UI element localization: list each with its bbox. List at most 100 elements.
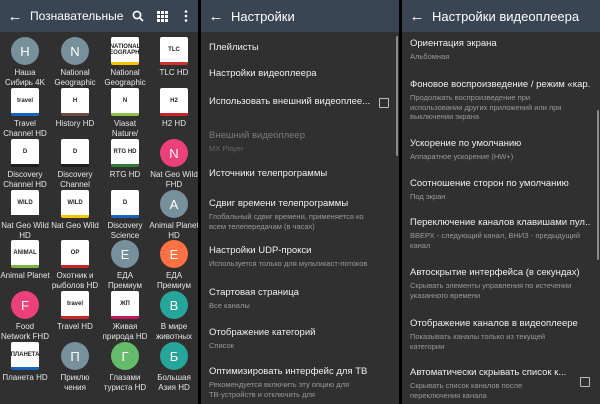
settings-item-title: Отображение каналов в видеоплеере — [410, 318, 578, 329]
settings-item[interactable]: Настройки UDP-прокси Используется только … — [209, 245, 393, 269]
channel-tile[interactable]: WILD Nat Geo Wild — [50, 190, 100, 231]
channel-logo: D — [11, 139, 39, 167]
settings-item[interactable]: Ориентация экрана Альбомная — [410, 38, 594, 62]
channel-tile[interactable]: П Приклю чения — [50, 342, 100, 393]
settings-item[interactable]: Источники телепрограммы — [209, 168, 393, 180]
channel-name: Большая — [157, 373, 191, 382]
channel-name: ЕДА — [165, 271, 183, 280]
channel-logo: Е — [111, 240, 139, 268]
channel-name: рыболов HD — [51, 281, 99, 290]
channel-name: Nature/ — [111, 129, 139, 138]
settings-item[interactable]: Сдвиг времени телепрограммы Глобальный сд… — [209, 198, 393, 231]
channel-tile[interactable]: travel Travel Channel HD — [0, 88, 50, 139]
search-icon[interactable] — [126, 10, 150, 22]
settings-item[interactable]: Автоматически скрывать список к... Скрыва… — [410, 367, 594, 400]
settings-item-title: Оптимизировать интерфейс для ТВ — [209, 366, 368, 377]
settings-item-summary: ВВЕРХ - следующий канал, ВНИЗ - предыдущ… — [410, 231, 581, 240]
channel-logo: travel — [61, 291, 89, 319]
channel-tile[interactable]: A Animal Planet HD — [149, 190, 198, 241]
settings-item-summary: указанного времени — [410, 290, 481, 300]
channel-name: Глазами — [109, 373, 141, 382]
channel-name: Channel HD — [3, 180, 47, 189]
channel-tile[interactable]: H2 H2 HD — [149, 88, 198, 129]
channel-tile[interactable]: ОР Охотник и рыболов HD — [50, 240, 100, 291]
channel-tile[interactable]: В В мире животных — [149, 291, 198, 342]
settings-item-summary: Скрывать элементы управления по истечени… — [410, 281, 572, 290]
channel-name: RTG HD — [109, 170, 141, 179]
settings-item[interactable]: Отображение категорий Список — [209, 327, 393, 351]
channel-logo: TLC — [160, 37, 188, 65]
channel-name: чения — [64, 383, 86, 392]
settings-item[interactable]: Стартовая страница Все каналы — [209, 287, 393, 311]
settings-item-title: Источники телепрограммы — [209, 168, 328, 179]
settings-item[interactable]: Ускорение по умолчанию Аппаратное ускорен… — [410, 138, 594, 162]
channel-logo: A — [160, 190, 188, 218]
channel-name: природа HD — [102, 332, 148, 341]
channel-logo: ЖП — [111, 291, 139, 319]
settings-panel: ← Настройки Плейлисты Настройки видеоплее… — [201, 0, 399, 404]
more-vert-icon[interactable] — [174, 10, 198, 22]
settings-item[interactable]: Фоновое воспроизведение / режим «кар... П… — [410, 79, 594, 122]
channel-logo: N — [111, 88, 139, 116]
settings-item[interactable]: Автоскрытие интерфейса (в секундах) Скрыв… — [410, 267, 594, 300]
channel-tile[interactable]: D Discovery Science — [100, 190, 150, 241]
settings-item[interactable]: Соотношение сторон по умолчанию Под экран — [410, 178, 594, 202]
channel-tile[interactable]: N National Geographic — [50, 37, 100, 88]
back-arrow-icon[interactable]: ← — [0, 8, 30, 25]
channel-tile[interactable]: Е ЕДА Премиум — [149, 240, 198, 291]
channel-name: Animal Planet — [0, 271, 50, 280]
channel-tile[interactable]: N Nat Geo Wild FHD — [149, 139, 198, 190]
settings-item[interactable]: Настройки видеоплеера — [209, 68, 393, 80]
channel-tile[interactable]: RTG HD RTG HD — [100, 139, 150, 180]
channel-name: Nat Geo Wild — [150, 170, 198, 179]
channel-name: Планета HD — [2, 373, 48, 382]
channel-tile[interactable]: WILD Nat Geo Wild HD — [0, 190, 50, 241]
settings-item-title: Настройки UDP-прокси — [209, 245, 312, 256]
settings-item-summary: Продолжать воспроизведение при — [410, 93, 531, 102]
channel-tile[interactable]: Г Глазами туриста HD — [100, 342, 150, 393]
channel-tile[interactable]: ANIMAL Animal Planet — [0, 240, 50, 281]
channel-logo: H2 — [160, 88, 188, 116]
settings-item: Внешний видеоплеер MX Player — [209, 130, 393, 154]
channel-tile[interactable]: D Discovery Channel — [50, 139, 100, 190]
channel-tile[interactable]: NATIONAL GEOGRAPHIC NationalGeographic — [100, 37, 150, 88]
channel-tile[interactable]: Б Большая Азия HD — [149, 342, 198, 393]
channel-tile[interactable]: N Viasat Nature/ — [100, 88, 150, 139]
settings-item[interactable]: Переключение каналов клавишами пул... ВВЕ… — [410, 217, 594, 250]
settings-item-summary: ТВ-устройств и отключить для — [209, 389, 315, 399]
channel-logo: travel — [11, 88, 39, 116]
back-arrow-icon[interactable]: ← — [201, 8, 231, 25]
settings-item[interactable]: Оптимизировать интерфейс для ТВ Рекоменду… — [209, 366, 393, 399]
channel-logo: WILD — [61, 190, 89, 218]
category-title: Познавательные — [30, 9, 124, 23]
video-settings-scrollbar[interactable] — [597, 110, 599, 260]
channel-name: Наша — [14, 68, 36, 77]
settings-item-title: Внешний видеоплеер — [209, 130, 305, 141]
channel-logo: N — [160, 139, 188, 167]
settings-item-summary: Аппаратное ускорение (HW+) — [410, 152, 514, 161]
settings-item[interactable]: Отображение каналов в видеоплеере Показыв… — [410, 318, 594, 351]
settings-item[interactable]: Использовать внешний видеоплее... — [209, 96, 393, 108]
channel-tile[interactable]: travel Travel HD — [50, 291, 100, 332]
channel-name: History HD — [55, 119, 95, 128]
settings-item-summary: Список — [209, 341, 234, 350]
channel-logo: ПЛАНЕТА — [11, 342, 39, 370]
channel-tile[interactable]: H History HD — [50, 88, 100, 129]
settings-item-title: Автоскрытие интерфейса (в секундах) — [410, 267, 580, 278]
back-arrow-icon[interactable]: ← — [402, 8, 432, 25]
settings-checkbox[interactable] — [379, 98, 389, 108]
settings-item[interactable]: Плейлисты — [209, 42, 393, 54]
channel-tile[interactable]: F Food Network FHD — [0, 291, 50, 342]
channel-tile[interactable]: Е ЕДА Премиум — [100, 240, 150, 291]
channel-tile[interactable]: ЖП Живая природа HD — [100, 291, 150, 342]
channel-tile[interactable]: Н Наша Сибирь 4K — [0, 37, 50, 88]
settings-item-title: Фоновое воспроизведение / режим «кар... — [410, 79, 590, 90]
channel-tile[interactable]: ПЛАНЕТА Планета HD — [0, 342, 50, 383]
channel-name: Network FHD — [0, 332, 49, 341]
channel-tile[interactable]: D Discovery Channel HD — [0, 139, 50, 190]
channel-name: Food — [15, 322, 35, 331]
settings-checkbox[interactable] — [580, 377, 590, 387]
channel-tile[interactable]: TLC TLC HD — [149, 37, 198, 78]
grid-view-icon[interactable] — [150, 10, 174, 22]
settings-scrollbar[interactable] — [396, 36, 398, 156]
